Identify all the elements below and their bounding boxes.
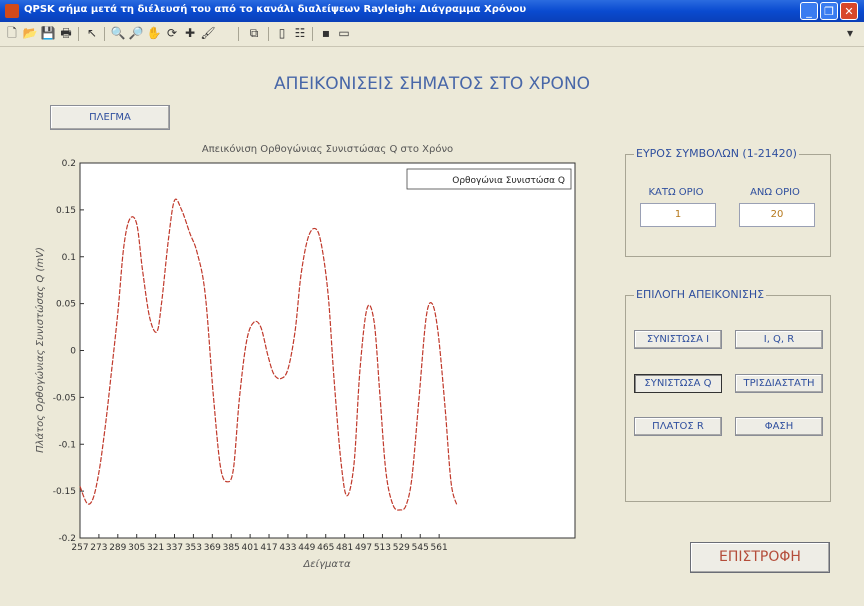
symbols-range-title: ΕΥΡΟΣ ΣΥΜΒΟΛΩΝ (1-21420) <box>634 147 799 160</box>
chart-title: Απεικόνιση Ορθογώνιας Συνιστώσας Q στο Χ… <box>201 144 454 155</box>
brush-icon[interactable]: 🖌 <box>200 26 216 41</box>
legend-icon[interactable]: ☷ <box>292 26 308 41</box>
open-file-icon[interactable]: 📂 <box>22 26 38 41</box>
save-icon[interactable]: 💾 <box>40 26 56 41</box>
three-dimensional-button[interactable]: ΤΡΙΣΔΙΑΣΤΑΤΗ <box>735 374 823 393</box>
maximize-button[interactable]: ❐ <box>820 2 838 20</box>
pan-icon[interactable]: ✋ <box>146 26 162 41</box>
page-heading: ΑΠΕΙΚΟΝΙΣΕΙΣ ΣΗΜΑΤΟΣ ΣΤΟ ΧΡΟΝΟ <box>273 74 591 94</box>
grid-button[interactable]: ΠΛΕΓΜΑ <box>50 105 170 130</box>
pointer-icon[interactable]: ↖ <box>84 26 100 41</box>
close-button[interactable]: ✕ <box>840 2 858 20</box>
iqr-button[interactable]: I, Q, R <box>735 330 823 349</box>
toolbar-separator <box>312 27 313 41</box>
data-cursor-icon[interactable]: ✚ <box>182 26 198 41</box>
minimize-button[interactable]: _ <box>800 2 818 20</box>
symbols-range-panel: ΕΥΡΟΣ ΣΥΜΒΟΛΩΝ (1-21420) ΚΑΤΩ ΟΡΙΟ ΑΝΩ Ο… <box>625 147 831 257</box>
return-button[interactable]: ΕΠΙΣΤΡΟΦΗ <box>690 542 830 573</box>
hide-plot-icon[interactable]: ▪ <box>318 26 334 41</box>
component-q-button[interactable]: ΣΥΝΙΣΤΩΣΑ Q <box>634 374 722 393</box>
phase-button[interactable]: ΦΑΣΗ <box>735 417 823 436</box>
figure-toolbar: 🗋 📂 💾 🖶 ↖ 🔍 🔎 ✋ ⟳ ✚ 🖌 ⧉ ▯ ☷ ▪ ▭ ▾ <box>0 22 864 47</box>
lower-limit-input[interactable]: 1 <box>640 203 716 227</box>
zoom-out-icon[interactable]: 🔎 <box>128 26 144 41</box>
print-icon[interactable]: 🖶 <box>58 26 74 41</box>
upper-limit-label: ΑΝΩ ΟΡΙΟ <box>750 187 800 198</box>
component-i-button[interactable]: ΣΥΝΙΣΤΩΣΑ Ι <box>634 330 722 349</box>
rotate-icon[interactable]: ⟳ <box>164 26 180 41</box>
window-title: QPSK σήμα μετά τη διέλευσή του από το κα… <box>24 4 527 15</box>
toolbar-separator <box>268 27 269 41</box>
toolbar-overflow-icon[interactable]: ▾ <box>842 26 858 41</box>
show-plot-icon[interactable]: ▭ <box>336 26 352 41</box>
matlab-icon <box>5 4 19 18</box>
toolbar-separator <box>238 27 239 41</box>
new-file-icon[interactable]: 🗋 <box>4 26 20 41</box>
amplitude-r-button[interactable]: ΠΛΑΤΟΣ R <box>634 417 722 436</box>
display-selection-panel: ΕΠΙΛΟΓΗ ΑΠΕΙΚΟΝΙΣΗΣ ΣΥΝΙΣΤΩΣΑ Ι I, Q, R … <box>625 288 831 502</box>
link-icon[interactable]: ⧉ <box>246 26 262 41</box>
upper-limit-input[interactable]: 20 <box>739 203 815 227</box>
window-titlebar: QPSK σήμα μετά τη διέλευσή του από το κα… <box>0 0 864 22</box>
figure-canvas: ΑΠΕΙΚΟΝΙΣΕΙΣ ΣΗΜΑΤΟΣ ΣΤΟ ΧΡΟΝΟ ΠΛΕΓΜΑ ΕΥ… <box>5 47 857 599</box>
lower-limit-label: ΚΑΤΩ ΟΡΙΟ <box>648 187 704 198</box>
toolbar-separator <box>78 27 79 41</box>
display-selection-title: ΕΠΙΛΟΓΗ ΑΠΕΙΚΟΝΙΣΗΣ <box>634 288 767 301</box>
colorbar-icon[interactable]: ▯ <box>274 26 290 41</box>
toolbar-separator <box>104 27 105 41</box>
zoom-in-icon[interactable]: 🔍 <box>110 26 126 41</box>
